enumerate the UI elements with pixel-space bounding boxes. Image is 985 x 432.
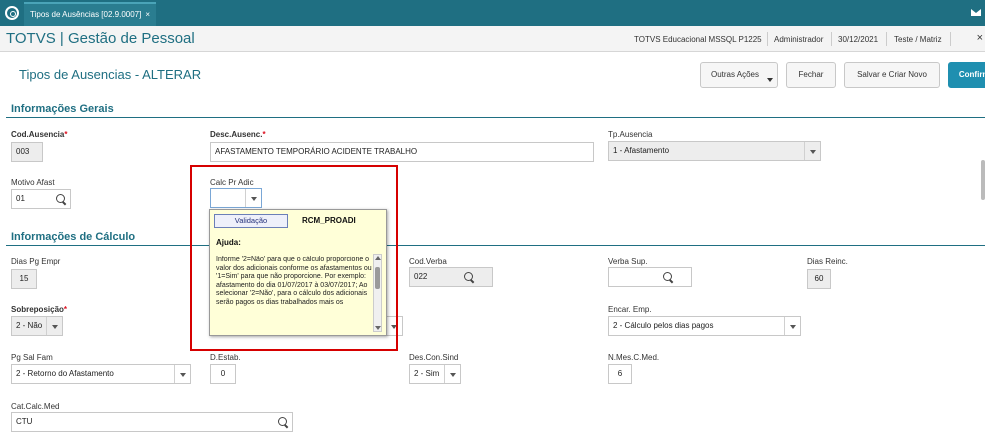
confirmar-button[interactable]: Confirmar	[948, 62, 985, 88]
search-icon[interactable]	[663, 272, 672, 281]
tp-ausencia-label: Tp.Ausencia	[608, 130, 653, 139]
validacao-button[interactable]: Validação	[214, 214, 288, 228]
section-divider	[6, 117, 985, 118]
section-divider	[6, 245, 985, 246]
salvar-criar-novo-button[interactable]: Salvar e Criar Novo	[844, 62, 940, 88]
tp-ausencia-value: 1 - Afastamento	[613, 146, 670, 155]
cod-ausencia-label: Cod.Ausencia*	[11, 130, 68, 139]
sobreposicao-label: Sobreposição*	[11, 305, 68, 314]
close-icon[interactable]: ×	[977, 32, 983, 44]
tab-close-icon[interactable]: ×	[145, 10, 150, 19]
d-estab-label: D.Estab.	[210, 353, 241, 362]
header-divider	[767, 32, 768, 46]
cod-verba-field[interactable]: 022	[409, 267, 493, 287]
chevron-down-icon	[767, 78, 773, 82]
mail-icon[interactable]	[971, 9, 981, 16]
motivo-afast-label: Motivo Afast	[11, 178, 55, 187]
header-user[interactable]: Administrador	[774, 35, 823, 44]
help-text: Informe '2=Não' para que o cálculo propo…	[216, 256, 372, 306]
help-tooltip: Validação RCM_PROADI Ajuda: Informe '2=N…	[209, 209, 387, 336]
encar-emp-label: Encar. Emp.	[608, 305, 652, 314]
tab-tipos-ausencias[interactable]: Tipos de Ausências [02.9.0007] ×	[24, 2, 157, 26]
cat-calc-med-label: Cat.Calc.Med	[11, 402, 60, 411]
cat-calc-med-field[interactable]: CTU	[11, 412, 293, 432]
d-estab-field[interactable]: 0	[210, 364, 236, 384]
desc-ausenc-label: Desc.Ausenc.*	[210, 130, 266, 139]
des-con-sind-value: 2 - Sim	[414, 369, 440, 378]
search-icon[interactable]	[464, 272, 473, 281]
dias-pg-empr-label: Dias Pg Empr	[11, 257, 61, 266]
chevron-down-icon[interactable]	[375, 326, 381, 330]
header-divider	[886, 32, 887, 46]
verba-sup-field[interactable]	[608, 267, 692, 287]
cod-verba-label: Cod.Verba	[409, 257, 447, 266]
chevron-down-icon[interactable]	[804, 142, 820, 160]
header-divider	[950, 32, 951, 46]
desc-ausenc-field[interactable]: AFASTAMENTO TEMPORÁRIO ACIDENTE TRABALHO	[210, 142, 594, 162]
sobreposicao-value: 2 - Não	[16, 321, 43, 330]
pg-sal-fam-label: Pg Sal Fam	[11, 353, 53, 362]
app-header: TOTVS | Gestão de Pessoal TOTVS Educacio…	[0, 26, 985, 52]
des-con-sind-select[interactable]: 2 - Sim	[409, 364, 461, 384]
tp-ausencia-select[interactable]: 1 - Afastamento	[608, 141, 821, 161]
n-mes-c-med-field[interactable]: 6	[608, 364, 632, 384]
help-title: Ajuda:	[216, 238, 241, 247]
cod-verba-value: 022	[414, 272, 428, 281]
chevron-up-icon[interactable]	[375, 256, 381, 260]
chevron-down-icon[interactable]	[784, 317, 800, 335]
outras-acoes-button[interactable]: Outras Ações	[700, 62, 778, 88]
header-date[interactable]: 30/12/2021	[838, 35, 878, 44]
encar-emp-value: 2 - Cálculo pelos dias pagos	[613, 321, 714, 330]
outras-acoes-label: Outras Ações	[710, 70, 760, 79]
tab-label: Tipos de Ausências [02.9.0007]	[30, 10, 142, 19]
help-field-code: RCM_PROADI	[302, 216, 356, 225]
des-con-sind-label: Des.Con.Sind	[409, 353, 459, 362]
dias-reinc-field[interactable]: 60	[807, 269, 831, 289]
section-informacoes-gerais: Informações Gerais	[11, 103, 114, 115]
help-scrollbar[interactable]	[373, 254, 382, 332]
sobreposicao-select[interactable]: 2 - Não	[11, 316, 63, 336]
page-title: Tipos de Ausencias - ALTERAR	[19, 67, 202, 82]
header-divider	[831, 32, 832, 46]
search-icon[interactable]	[56, 194, 65, 203]
top-tab-bar: Tipos de Ausências [02.9.0007] ×	[0, 0, 985, 26]
n-mes-c-med-label: N.Mes.C.Med.	[608, 353, 660, 362]
page-scrollbar[interactable]	[981, 160, 985, 200]
chevron-down-icon[interactable]	[46, 317, 62, 335]
dias-pg-empr-field[interactable]: 15	[11, 269, 37, 289]
fechar-button[interactable]: Fechar	[786, 62, 836, 88]
brand-title: TOTVS | Gestão de Pessoal	[6, 30, 195, 47]
pg-sal-fam-value: 2 - Retorno do Afastamento	[16, 369, 114, 378]
logo-icon[interactable]	[5, 6, 19, 20]
cod-ausencia-field[interactable]: 003	[11, 142, 43, 162]
motivo-afast-field[interactable]: 01	[11, 189, 71, 209]
motivo-afast-value: 01	[16, 194, 25, 203]
chevron-down-icon[interactable]	[444, 365, 460, 383]
section-informacoes-calculo: Informações de Cálculo	[11, 231, 136, 243]
header-company[interactable]: TOTVS Educacional MSSQL P1225	[634, 35, 762, 44]
scroll-thumb[interactable]	[375, 267, 380, 289]
pg-sal-fam-select[interactable]: 2 - Retorno do Afastamento	[11, 364, 191, 384]
verba-sup-label: Verba Sup.	[608, 257, 648, 266]
header-branch[interactable]: Teste / Matriz	[894, 35, 942, 44]
encar-emp-select[interactable]: 2 - Cálculo pelos dias pagos	[608, 316, 801, 336]
dias-reinc-label: Dias Reinc.	[807, 257, 848, 266]
chevron-down-icon[interactable]	[174, 365, 190, 383]
